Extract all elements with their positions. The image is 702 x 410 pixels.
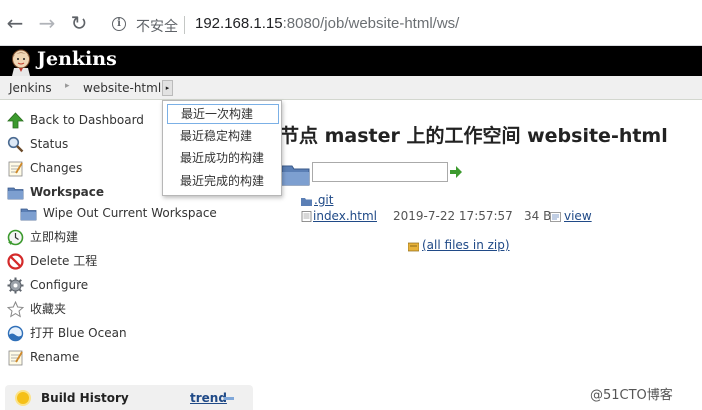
sidebar-item-label: Workspace xyxy=(30,185,105,199)
url-separator xyxy=(184,16,185,34)
file-icon xyxy=(301,211,312,222)
trend-link[interactable]: trend xyxy=(190,391,227,405)
sidebar-item-label: Back to Dashboard xyxy=(30,113,144,127)
sidebar-item-label: Rename xyxy=(30,350,80,364)
sidebar-item-label: Wipe Out Current Workspace xyxy=(43,206,217,220)
sidebar-item-label: Status xyxy=(30,137,69,151)
file-row: index.html 2019-7-22 17:57:57 34 B view xyxy=(301,209,601,225)
star-icon xyxy=(7,301,24,318)
sidebar-item-label: 打开 Blue Ocean xyxy=(30,326,127,340)
sidebar-item-label: 收藏夹 xyxy=(30,302,67,316)
reload-icon[interactable]: ↻ xyxy=(68,12,90,34)
up-arrow-icon xyxy=(7,112,24,129)
breadcrumb-separator: ▸ xyxy=(65,81,70,91)
file-date: 2019-7-22 17:57:57 xyxy=(393,209,513,223)
url-host: 192.168.1.15 xyxy=(195,15,283,32)
trend-icon[interactable] xyxy=(224,397,234,400)
document-view-icon[interactable] xyxy=(550,212,561,222)
breadcrumb: Jenkins ▸ website-html xyxy=(0,76,702,100)
url-path: :8080/job/website-html/ws/ xyxy=(282,15,460,32)
breadcrumb-dropdown-menu: 最近一次构建 最近稳定构建 最近成功的构建 最近完成的构建 xyxy=(162,100,282,196)
watermark: @51CTO博客 xyxy=(590,388,673,403)
security-indicator[interactable]: 不安全 xyxy=(136,16,178,36)
folder-icon xyxy=(281,165,310,186)
menu-item-last-build[interactable]: 最近一次构建 xyxy=(167,104,279,124)
file-row: .git xyxy=(301,193,361,209)
menu-item-last-completed-build[interactable]: 最近完成的构建 xyxy=(167,172,279,192)
back-arrow-icon[interactable]: ← xyxy=(4,12,26,34)
all-files-zip-link[interactable]: (all files in zip) xyxy=(422,238,510,252)
folder-icon xyxy=(301,198,312,206)
sidebar-item-label: Configure xyxy=(30,278,89,292)
gear-icon xyxy=(7,277,24,294)
breadcrumb-project[interactable]: website-html xyxy=(83,81,161,95)
menu-item-last-successful-build[interactable]: 最近成功的构建 xyxy=(167,149,279,169)
folder-icon xyxy=(20,208,37,221)
info-icon[interactable]: i xyxy=(112,17,126,31)
build-history-title: Build History xyxy=(41,391,129,405)
menu-item-last-stable-build[interactable]: 最近稳定构建 xyxy=(167,127,279,147)
jenkins-butler-icon[interactable] xyxy=(8,48,34,76)
breadcrumb-jenkins[interactable]: Jenkins xyxy=(9,81,52,95)
notepad-icon xyxy=(8,161,23,177)
sun-icon xyxy=(17,392,29,404)
build-history-panel: Build History trend xyxy=(5,385,253,410)
file-size: 34 B xyxy=(524,209,552,223)
workspace-path-input[interactable] xyxy=(312,162,448,182)
sidebar-item-label: Delete 工程 xyxy=(30,254,98,268)
sidebar-item-label: Changes xyxy=(30,161,83,175)
sidebar-item-label: 立即构建 xyxy=(30,230,79,244)
blue-ocean-icon xyxy=(7,325,24,342)
browser-toolbar: ← → ↻ i 不安全 192.168.1.15:8080/job/websit… xyxy=(0,0,702,46)
clock-icon xyxy=(7,229,24,246)
download-zip[interactable]: (all files in zip) xyxy=(408,238,528,254)
go-arrow-icon[interactable] xyxy=(450,166,462,178)
page-title: 节点 master 上的工作空间 website-html xyxy=(280,125,668,147)
no-entry-icon xyxy=(7,253,24,270)
notepad-icon xyxy=(8,350,23,366)
jenkins-header: Jenkins xyxy=(0,46,702,76)
file-link-index-html[interactable]: index.html xyxy=(313,209,377,223)
folder-icon xyxy=(7,187,24,200)
jenkins-title[interactable]: Jenkins xyxy=(37,48,117,70)
forward-arrow-icon[interactable]: → xyxy=(36,12,58,34)
breadcrumb-menu-button[interactable]: ▸ xyxy=(162,80,173,96)
address-bar[interactable]: 192.168.1.15:8080/job/website-html/ws/ xyxy=(195,15,459,32)
file-view-link[interactable]: view xyxy=(564,209,592,223)
search-icon xyxy=(7,136,24,153)
zip-icon xyxy=(408,242,419,252)
file-link-git[interactable]: .git xyxy=(314,193,333,207)
